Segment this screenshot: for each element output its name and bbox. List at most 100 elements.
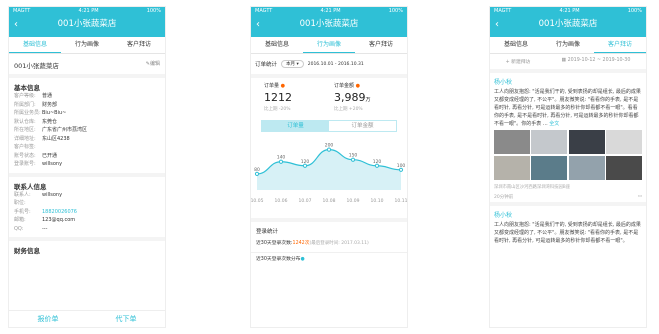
login1-value: 1242次 xyxy=(292,241,310,246)
tab-basic[interactable]: 基础信息 xyxy=(9,37,61,53)
clock: 4:21 PM xyxy=(320,8,341,14)
battery: 100% xyxy=(146,8,161,14)
photo[interactable] xyxy=(606,130,642,154)
amt-label: 订单金额 xyxy=(334,83,355,89)
edit-button[interactable]: ✎编辑 xyxy=(146,60,160,70)
comment-icon[interactable]: ▭ xyxy=(638,194,642,200)
header: MAGTT 4:21 PM 100% ‹ 001小张蔬菜店 xyxy=(251,7,407,37)
expand-link[interactable]: 全文 xyxy=(549,121,559,127)
carrier: MAGTT xyxy=(13,8,31,14)
tab-basic[interactable]: 基础信息 xyxy=(251,37,303,53)
x-tick-label: 10.11 xyxy=(395,198,407,204)
qty-value: 1212 xyxy=(264,91,292,104)
photo[interactable] xyxy=(606,155,642,180)
post-time: 20分钟前 xyxy=(494,194,514,200)
tab-visit[interactable]: 客户拜访 xyxy=(113,37,165,53)
location: 深圳市南山区沙河西路深圳湾科技园B座 xyxy=(494,184,570,190)
header: MAGTT 4:21 PM 100% ‹ 001小张蔬菜店 xyxy=(9,7,165,37)
post-author[interactable]: 杨小秋 xyxy=(490,73,646,88)
photo[interactable] xyxy=(494,130,530,154)
back-icon[interactable]: ‹ xyxy=(495,16,499,34)
phone-basic-info: MAGTT 4:21 PM 100% ‹ 001小张蔬菜店 基础信息 行为画像 客户… xyxy=(8,6,166,328)
info-value: 财务部 xyxy=(42,101,58,108)
new-visit-button[interactable]: + 新建拜访 xyxy=(506,58,531,65)
info-key: 所在地区: xyxy=(14,127,36,133)
back-icon[interactable]: ‹ xyxy=(14,16,18,34)
info-key: 手机号: xyxy=(14,208,31,215)
alert-icon: ● xyxy=(355,83,360,89)
info-key: 客户等级: xyxy=(14,93,36,99)
info-row: 邮箱: 123@qq.com xyxy=(9,216,165,225)
clock: 4:21 PM xyxy=(559,8,580,14)
photo[interactable] xyxy=(568,130,605,154)
seg-amt[interactable]: 订单金额 xyxy=(329,121,396,131)
info-row: 客户等级: 普通 xyxy=(9,92,165,101)
data-label: 140 xyxy=(277,155,286,161)
info-row: 默认仓库: 东莞仓 xyxy=(9,118,165,127)
info-row: 手机号: 18820026076 xyxy=(9,208,165,217)
info-key: 联系人: xyxy=(14,191,31,198)
tab-profile[interactable]: 行为画像 xyxy=(303,37,355,53)
order-button[interactable]: 代下单 xyxy=(87,311,165,327)
header: MAGTT 4:21 PM 100% ‹ 001小张蔬菜店 xyxy=(490,7,646,37)
x-tick-label: 10.08 xyxy=(323,198,336,204)
date-filter[interactable]: ▦ 2019-10-12 ~ 2019-10-30 xyxy=(562,58,631,65)
info-key: 职位: xyxy=(14,200,26,206)
info-key: 客户标签: xyxy=(14,144,36,150)
date-range: 2016.10.01 - 2016.10.31 xyxy=(307,61,364,67)
tab-basic[interactable]: 基础信息 xyxy=(490,37,542,53)
info-row: 客户标签: xyxy=(9,143,165,152)
photo[interactable] xyxy=(531,130,568,154)
range-value: 本月 xyxy=(286,62,296,67)
info-key: QQ: xyxy=(14,225,24,232)
info-key: 登录账号: xyxy=(14,161,36,167)
info-value: 东山区4238 xyxy=(42,135,70,142)
x-tick-label: 10.05 xyxy=(251,198,264,204)
login2-label[interactable]: 近30天登录次数分布 xyxy=(256,256,300,265)
photo[interactable] xyxy=(531,155,568,180)
tab-visit[interactable]: 客户拜访 xyxy=(594,37,646,53)
post-author[interactable]: 杨小秋 xyxy=(490,206,646,221)
photo[interactable] xyxy=(568,155,605,180)
info-row: 联系人: willsony xyxy=(9,191,165,200)
amt-unit: 万 xyxy=(365,97,371,103)
alert-icon: ● xyxy=(280,83,285,89)
phone-visits: MAGTT 4:21 PM 100% ‹ 001小张蔬菜店 基础信息 行为画像 客户… xyxy=(489,6,647,328)
tab-profile[interactable]: 行为画像 xyxy=(61,37,113,53)
page-title: 001小张蔬菜店 xyxy=(57,19,117,29)
new-visit-label: 新建拜访 xyxy=(511,60,531,65)
info-value: willsony xyxy=(42,161,63,167)
clock: 4:21 PM xyxy=(78,8,99,14)
data-label: 120 xyxy=(373,159,382,165)
info-row: QQ: --- xyxy=(9,225,165,234)
info-value: 123@qq.com xyxy=(42,217,76,223)
data-label: 80 xyxy=(254,167,260,173)
info-row: 所在地区: 广东省广州市荔湾区 xyxy=(9,126,165,135)
amt-value: 3,989 xyxy=(334,91,366,104)
info-row: 账号状态: 已开通 xyxy=(9,152,165,161)
info-key: 所属业务员: xyxy=(14,110,41,116)
info-key: 邮箱: xyxy=(14,217,26,223)
quote-button[interactable]: 报价单 xyxy=(9,311,87,327)
qty-change: 比上期 -20% xyxy=(264,107,291,112)
info-key: 所属部门: xyxy=(14,101,36,108)
page-title: 001小张蔬菜店 xyxy=(538,19,598,29)
data-label: 100 xyxy=(397,163,406,169)
seg-qty[interactable]: 订单量 xyxy=(262,121,329,131)
info-value: Biu~Biu~ xyxy=(42,110,67,116)
phone-profile: MAGTT 4:21 PM 100% ‹ 001小张蔬菜店 基础信息 行为画像 客户… xyxy=(250,6,408,328)
photo[interactable] xyxy=(494,155,530,180)
back-icon[interactable]: ‹ xyxy=(256,16,260,34)
info-value: 东莞仓 xyxy=(42,118,58,125)
tab-visit[interactable]: 客户拜访 xyxy=(355,37,407,53)
x-tick-label: 10.06 xyxy=(275,198,288,204)
data-label: 150 xyxy=(349,153,358,159)
range-select[interactable]: 本月 ▾ xyxy=(281,60,304,68)
amt-card: 订单金额 ● 3,989万 比上期 +20% xyxy=(334,82,394,112)
info-key: 详细地址: xyxy=(14,135,36,142)
info-value: 已开通 xyxy=(42,152,58,159)
store-name: 001小张蔬菜店 xyxy=(14,62,59,70)
basic-list: 客户等级: 普通 所属部门: 财务部 所属业务员: Biu~Biu~ 默认仓库: 东莞仓 所在地… xyxy=(9,92,165,169)
info-key: 账号状态: xyxy=(14,152,36,159)
tab-profile[interactable]: 行为画像 xyxy=(542,37,594,53)
